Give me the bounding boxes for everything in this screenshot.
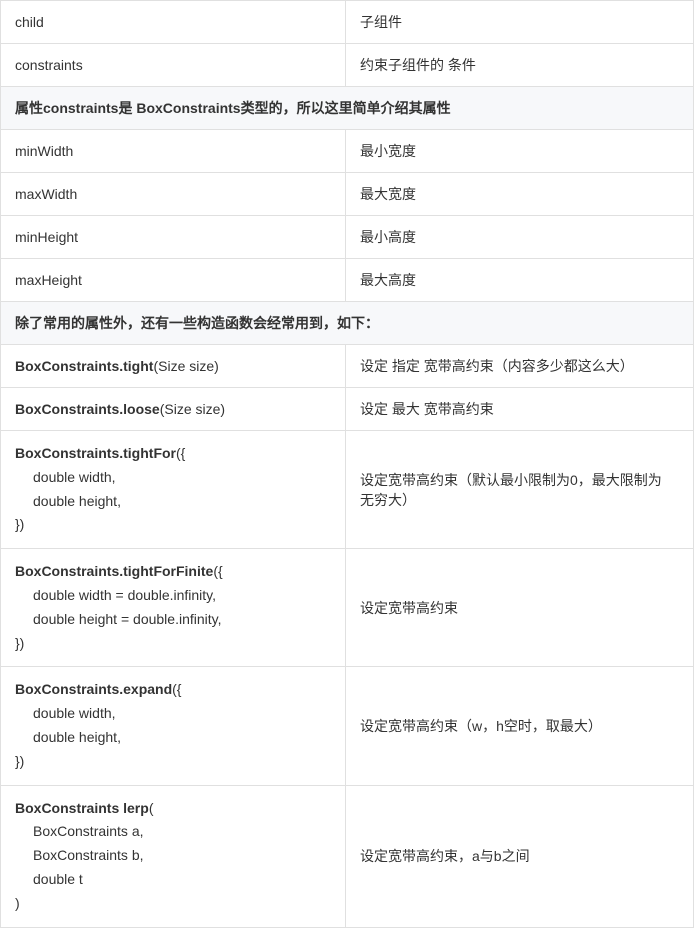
- constructor-args: (Size size): [153, 358, 218, 374]
- table-row: 除了常用的属性外，还有一些构造函数会经常用到，如下：: [1, 302, 694, 345]
- constructor-param: double height = double.infinity,: [15, 608, 331, 632]
- constructor-args: (Size size): [160, 401, 225, 417]
- constructor-signature: BoxConstraints lerp( BoxConstraints a,Box…: [1, 785, 346, 927]
- close-bracket: }): [15, 513, 331, 537]
- constructor-param: double width,: [15, 466, 331, 490]
- table-row: BoxConstraints.tight(Size size)设定 指定 宽带高…: [1, 345, 694, 388]
- open-bracket: ({: [172, 681, 181, 697]
- constructor-param: BoxConstraints b,: [15, 844, 331, 868]
- property-name: minHeight: [1, 216, 346, 259]
- table-row: minWidth最小宽度: [1, 130, 694, 173]
- open-bracket: ({: [176, 445, 185, 461]
- open-bracket: ({: [213, 563, 222, 579]
- constructor-signature: BoxConstraints.loose(Size size): [1, 388, 346, 431]
- table-row: BoxConstraints lerp( BoxConstraints a,Box…: [1, 785, 694, 927]
- constructor-param: double t: [15, 868, 331, 892]
- open-bracket: (: [149, 800, 154, 816]
- constructor-name: BoxConstraints.loose: [15, 401, 160, 417]
- table-row: maxHeight最大高度: [1, 259, 694, 302]
- property-name: constraints: [1, 44, 346, 87]
- constructor-name: BoxConstraints.tight: [15, 358, 153, 374]
- property-desc: 约束子组件的 条件: [346, 44, 694, 87]
- table-row: constraints约束子组件的 条件: [1, 44, 694, 87]
- constructor-param: double height,: [15, 726, 331, 750]
- properties-table: child子组件constraints约束子组件的 条件属性constraint…: [0, 0, 694, 928]
- constructor-desc: 设定宽带高约束（默认最小限制为0，最大限制为 无穷大）: [346, 431, 694, 549]
- constructor-param: BoxConstraints a,: [15, 820, 331, 844]
- constructor-signature: BoxConstraints.expand({ double width,doub…: [1, 667, 346, 785]
- property-name: minWidth: [1, 130, 346, 173]
- constructor-desc: 设定 最大 宽带高约束: [346, 388, 694, 431]
- constructor-param: double width = double.infinity,: [15, 584, 331, 608]
- section-header: 属性constraints是 BoxConstraints类型的，所以这里简单介…: [1, 87, 694, 130]
- constructor-param: double height,: [15, 490, 331, 514]
- table-row: BoxConstraints.tightFor({ double width,do…: [1, 431, 694, 549]
- property-name: maxWidth: [1, 173, 346, 216]
- section-header: 除了常用的属性外，还有一些构造函数会经常用到，如下：: [1, 302, 694, 345]
- constructor-name: BoxConstraints.tightFor: [15, 445, 176, 461]
- property-desc: 最小宽度: [346, 130, 694, 173]
- table-row: maxWidth最大宽度: [1, 173, 694, 216]
- constructor-name: BoxConstraints lerp: [15, 800, 149, 816]
- close-bracket: }): [15, 632, 331, 656]
- property-name: child: [1, 1, 346, 44]
- property-desc: 最小高度: [346, 216, 694, 259]
- constructor-name: BoxConstraints.expand: [15, 681, 172, 697]
- property-desc: 最大高度: [346, 259, 694, 302]
- table-row: 属性constraints是 BoxConstraints类型的，所以这里简单介…: [1, 87, 694, 130]
- constructor-desc: 设定宽带高约束，a与b之间: [346, 785, 694, 927]
- property-name: maxHeight: [1, 259, 346, 302]
- property-desc: 最大宽度: [346, 173, 694, 216]
- property-desc: 子组件: [346, 1, 694, 44]
- table-row: BoxConstraints.tightForFinite({ double wi…: [1, 549, 694, 667]
- table-row: child子组件: [1, 1, 694, 44]
- constructor-signature: BoxConstraints.tightForFinite({ double wi…: [1, 549, 346, 667]
- close-bracket: }): [15, 750, 331, 774]
- close-bracket: ): [15, 892, 331, 916]
- constructor-signature: BoxConstraints.tightFor({ double width,do…: [1, 431, 346, 549]
- constructor-desc: 设定宽带高约束: [346, 549, 694, 667]
- constructor-signature: BoxConstraints.tight(Size size): [1, 345, 346, 388]
- constructor-desc: 设定 指定 宽带高约束（内容多少都这么大）: [346, 345, 694, 388]
- table-row: minHeight最小高度: [1, 216, 694, 259]
- table-row: BoxConstraints.expand({ double width,doub…: [1, 667, 694, 785]
- constructor-desc: 设定宽带高约束（w，h空时，取最大）: [346, 667, 694, 785]
- constructor-param: double width,: [15, 702, 331, 726]
- table-row: BoxConstraints.loose(Size size)设定 最大 宽带高…: [1, 388, 694, 431]
- constructor-name: BoxConstraints.tightForFinite: [15, 563, 213, 579]
